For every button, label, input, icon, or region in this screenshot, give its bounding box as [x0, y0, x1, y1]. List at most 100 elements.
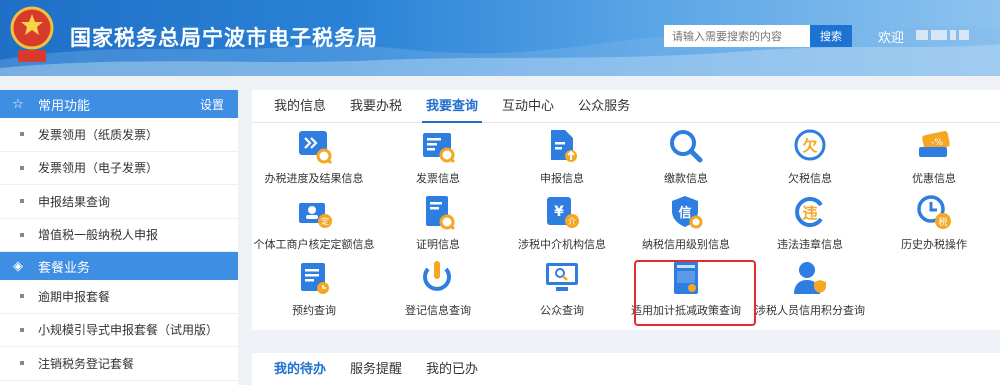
- sidebar-item-label: 申报结果查询: [38, 194, 111, 209]
- query-item-invoice[interactable]: 发票信息: [376, 127, 500, 189]
- query-item-label: 欠税信息: [788, 172, 832, 185]
- credit-icon: 信: [672, 196, 703, 229]
- user-name-redacted[interactable]: [916, 29, 978, 41]
- query-item-owed-tax[interactable]: 欠 欠税信息: [748, 127, 872, 189]
- query-item-appointment[interactable]: 预约查询: [252, 259, 376, 321]
- sidebar-item[interactable]: 注销税务登记套餐: [0, 347, 238, 381]
- query-item-discount[interactable]: -% 优惠信息: [872, 127, 996, 189]
- bullet-icon: [20, 199, 24, 204]
- tax-emblem-logo: [10, 6, 54, 62]
- tab-public-service[interactable]: 公众服务: [566, 90, 642, 122]
- query-item-label: 申报信息: [540, 172, 584, 185]
- bullet-icon: [20, 132, 24, 137]
- settings-link[interactable]: 设置: [200, 96, 224, 113]
- search-input[interactable]: [664, 25, 810, 47]
- query-item-label: 涉税人员信用积分查询: [755, 304, 865, 317]
- progress-icon: [299, 131, 333, 165]
- sidebar-item[interactable]: 增值税一般纳税人申报: [0, 219, 238, 252]
- sidebar-item[interactable]: 发票领用（电子发票）: [0, 152, 238, 185]
- personnel-credit-icon: [794, 262, 826, 294]
- tab-my-info[interactable]: 我的信息: [262, 90, 338, 122]
- tab-interaction[interactable]: 互动中心: [490, 90, 566, 122]
- query-item-declare[interactable]: 申报信息: [500, 127, 624, 189]
- query-item-label: 涉税中介机构信息: [518, 238, 606, 251]
- tab-my-done[interactable]: 我的已办: [414, 353, 490, 385]
- business-quota-icon: 定: [299, 203, 332, 228]
- query-item-violation[interactable]: 违 违法违章信息: [748, 193, 872, 255]
- svg-text:¥: ¥: [554, 204, 564, 220]
- query-item-certificate[interactable]: 证明信息: [376, 193, 500, 255]
- svg-text:定: 定: [321, 216, 329, 226]
- sidebar-item-label: 增值税一般纳税人申报: [38, 228, 159, 243]
- tab-query[interactable]: 我要查询: [414, 90, 490, 123]
- public-query-icon: [546, 263, 578, 291]
- query-item-agency[interactable]: ¥ 介 涉税中介机构信息: [500, 193, 624, 255]
- main-tabs: 我的信息 我要办税 我要查询 互动中心 公众服务: [252, 90, 1000, 123]
- tab-my-todo[interactable]: 我的待办: [262, 353, 338, 385]
- query-item-label: 优惠信息: [912, 172, 956, 185]
- query-item-label: 办税进度及结果信息: [264, 172, 364, 185]
- query-item-label: 登记信息查询: [405, 304, 471, 317]
- query-item-public[interactable]: 公众查询: [500, 259, 624, 321]
- query-item-personnel-credit[interactable]: 涉税人员信用积分查询: [748, 259, 872, 321]
- query-item-business-quota[interactable]: 定 个体工商户核定定额信息: [252, 193, 376, 255]
- highlight-box: [634, 260, 756, 326]
- svg-text:税: 税: [938, 216, 947, 228]
- sidebar-section-packages[interactable]: ◈ 套餐业务: [0, 252, 238, 280]
- history-icon: 税: [917, 195, 951, 229]
- sidebar-item-label: 逾期申报套餐: [38, 289, 111, 304]
- tab-handle-tax[interactable]: 我要办税: [338, 90, 414, 122]
- agency-icon: ¥ 介: [547, 197, 579, 228]
- invoice-icon: [423, 133, 456, 164]
- sidebar-item[interactable]: 小规模引导式申报套餐（试用版）: [0, 314, 238, 347]
- bullet-icon: [20, 294, 24, 299]
- sidebar-item-label: 注销税务登记套餐: [38, 356, 135, 371]
- declare-icon: [551, 130, 577, 162]
- layers-icon: ◈: [13, 258, 23, 274]
- bullet-icon: [20, 165, 24, 170]
- query-item-progress[interactable]: 办税进度及结果信息: [252, 127, 376, 189]
- sidebar-item-label: 发票领用（纸质发票）: [38, 127, 159, 142]
- registration-icon: [423, 261, 451, 291]
- task-panel: 我的待办 服务提醒 我的已办: [252, 353, 1000, 385]
- search-icon: [670, 130, 703, 163]
- bullet-icon: [20, 361, 24, 366]
- query-item-label: 缴款信息: [664, 172, 708, 185]
- query-item-label: 证明信息: [416, 238, 460, 251]
- welcome-text: 欢迎: [878, 31, 905, 46]
- task-tabs: 我的待办 服务提醒 我的已办: [252, 353, 1000, 385]
- sidebar-section-title: 套餐业务: [38, 260, 91, 276]
- query-item-history[interactable]: 税 历史办税操作: [872, 193, 996, 255]
- svg-text:介: 介: [568, 217, 576, 226]
- sidebar-section-common[interactable]: ☆ 常用功能 设置: [0, 90, 238, 118]
- query-item-registration[interactable]: 登记信息查询: [376, 259, 500, 321]
- certificate-icon: [426, 196, 456, 231]
- appointment-icon: [301, 263, 329, 294]
- svg-text:违: 违: [802, 204, 817, 222]
- site-title: 国家税务总局宁波市电子税务局: [70, 26, 378, 50]
- svg-text:-%: -%: [931, 138, 943, 148]
- sidebar: ☆ 常用功能 设置 发票领用（纸质发票） 发票领用（电子发票） 申报结果查询 增…: [0, 90, 238, 385]
- query-item-label: 发票信息: [416, 172, 460, 185]
- owed-tax-icon: 欠: [794, 129, 826, 161]
- discount-icon: -%: [919, 131, 950, 157]
- query-item-label: 纳税信用级别信息: [642, 238, 730, 251]
- violation-icon: 违: [795, 197, 823, 227]
- query-item-label: 预约查询: [292, 304, 336, 317]
- query-item-label: 违法违章信息: [777, 238, 843, 251]
- query-item-credit[interactable]: 信 纳税信用级别信息: [624, 193, 748, 255]
- sidebar-item[interactable]: 发票领用（纸质发票）: [0, 118, 238, 152]
- tab-service-reminder[interactable]: 服务提醒: [338, 353, 414, 385]
- query-panel: 我的信息 我要办税 我要查询 互动中心 公众服务 办税进度及结果信息 发票信息: [252, 90, 1000, 330]
- sidebar-item[interactable]: 逾期申报套餐: [0, 280, 238, 314]
- query-item-label: 历史办税操作: [901, 238, 967, 251]
- sidebar-item[interactable]: 申报结果查询: [0, 185, 238, 219]
- search-button[interactable]: 搜索: [810, 25, 852, 47]
- sidebar-item-label: 小规模引导式申报套餐（试用版）: [38, 323, 219, 338]
- query-item-label: 个体工商户核定定额信息: [253, 238, 375, 251]
- svg-text:信: 信: [678, 205, 691, 221]
- header-banner: 国家税务总局宁波市电子税务局 搜索 欢迎: [0, 0, 1000, 76]
- sidebar-section-title: 常用功能: [38, 98, 91, 114]
- query-item-payment[interactable]: 缴款信息: [624, 127, 748, 189]
- bullet-icon: [20, 232, 24, 237]
